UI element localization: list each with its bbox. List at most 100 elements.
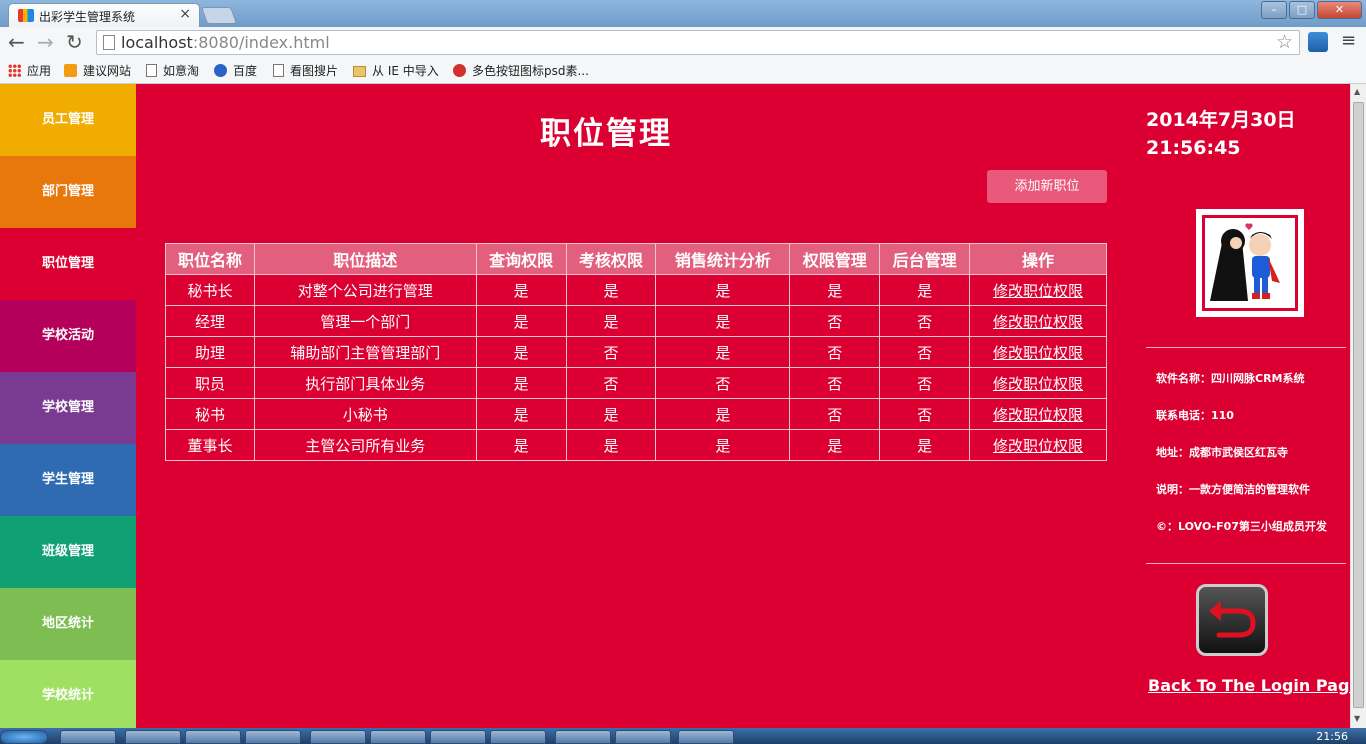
menu-icon[interactable]: ≡ bbox=[1341, 30, 1356, 51]
bookmark-apps[interactable]: 应用 bbox=[8, 62, 51, 80]
taskbar-app[interactable] bbox=[490, 730, 546, 744]
positions-table: 职位名称 职位描述 查询权限 考核权限 销售统计分析 权限管理 后台管理 操作 秘书长 对整个公… bbox=[165, 243, 1107, 461]
sidebar-item[interactable]: 学生管理 bbox=[0, 444, 136, 516]
taskbar-app[interactable] bbox=[60, 730, 116, 744]
table-row: 秘书 小秘书是是是否否修改职位权限 bbox=[165, 398, 1107, 430]
edit-permission-link[interactable]: 修改职位权限 bbox=[969, 367, 1107, 399]
table-cell: 否 bbox=[789, 336, 881, 368]
clock: 2014年7月30日 21:56:45 bbox=[1146, 106, 1296, 162]
table-row: 秘书长 对整个公司进行管理是是是是是修改职位权限 bbox=[165, 274, 1107, 306]
back-arrow-icon[interactable]: ← bbox=[8, 31, 25, 53]
bookmark-label: 如意淘 bbox=[163, 64, 200, 78]
extension-icon[interactable] bbox=[1308, 32, 1328, 52]
table-cell: 是 bbox=[475, 336, 567, 368]
sidebar-item[interactable]: 学校统计 bbox=[0, 660, 136, 728]
window-titlebar: 出彩学生管理系统 × – □ ✕ bbox=[0, 0, 1366, 27]
bookmark-label: 多色按钮图标psd素... bbox=[472, 64, 589, 78]
table-cell: 否 bbox=[879, 398, 971, 430]
sidebar-item[interactable]: 职位管理 bbox=[0, 228, 136, 300]
tab-title: 出彩学生管理系统 bbox=[39, 10, 136, 24]
bookmark-import-ie[interactable]: 从 IE 中导入 bbox=[353, 62, 439, 80]
address-bar[interactable]: localhost:8080/index.html ☆ bbox=[96, 30, 1300, 55]
new-tab-button[interactable] bbox=[200, 7, 238, 24]
info-software-name: 软件名称：四川网脉CRM系统 bbox=[1156, 372, 1305, 385]
page-scrollbar[interactable]: ▲ ▼ bbox=[1350, 84, 1366, 728]
table-cell: 助理 bbox=[165, 336, 255, 368]
clock-time: 21:56:45 bbox=[1146, 137, 1241, 159]
table-cell: 是 bbox=[475, 274, 567, 306]
table-cell: 是 bbox=[655, 274, 791, 306]
sidebar-item[interactable]: 地区统计 bbox=[0, 588, 136, 660]
minimize-button[interactable]: – bbox=[1261, 1, 1287, 19]
bookmark-label: 看图搜片 bbox=[290, 64, 339, 78]
edit-permission-link[interactable]: 修改职位权限 bbox=[969, 429, 1107, 461]
table-cell: 否 bbox=[879, 305, 971, 337]
back-to-login-link[interactable]: Back To The Login Page bbox=[1148, 676, 1350, 695]
table-cell: 否 bbox=[789, 398, 881, 430]
sidebar-item[interactable]: 学校管理 bbox=[0, 372, 136, 444]
clock-date: 2014年7月30日 bbox=[1146, 109, 1296, 131]
browser-tab[interactable]: 出彩学生管理系统 × bbox=[8, 3, 200, 27]
bookmark-ruyitao[interactable]: 如意淘 bbox=[146, 62, 199, 80]
table-cell: 管理一个部门 bbox=[253, 305, 477, 337]
sidebar-item[interactable]: 员工管理 bbox=[0, 84, 136, 156]
sidebar-item[interactable]: 学校活动 bbox=[0, 300, 136, 372]
tab-favicon-icon bbox=[18, 9, 34, 22]
table-row: 董事长 主管公司所有业务是是是是是修改职位权限 bbox=[165, 429, 1107, 461]
taskbar-app[interactable] bbox=[678, 730, 734, 744]
taskbar-app[interactable] bbox=[245, 730, 301, 744]
close-window-button[interactable]: ✕ bbox=[1317, 1, 1362, 19]
taskbar-app[interactable] bbox=[615, 730, 671, 744]
return-arrow-icon[interactable] bbox=[1196, 584, 1268, 656]
forward-arrow-icon[interactable]: → bbox=[37, 31, 54, 53]
url-path: :8080/index.html bbox=[192, 33, 330, 52]
page-icon bbox=[146, 64, 157, 77]
edit-permission-link[interactable]: 修改职位权限 bbox=[969, 274, 1107, 306]
taskbar-app[interactable] bbox=[370, 730, 426, 744]
page-icon bbox=[273, 64, 284, 77]
taskbar-app[interactable] bbox=[430, 730, 486, 744]
return-arrow-glyph bbox=[1209, 601, 1256, 638]
bookmark-image-search[interactable]: 看图搜片 bbox=[273, 62, 338, 80]
table-cell: 否 bbox=[565, 336, 657, 368]
sidebar-item[interactable]: 班级管理 bbox=[0, 516, 136, 588]
bookmark-psd[interactable]: 多色按钮图标psd素... bbox=[453, 62, 589, 80]
bookmark-suggested[interactable]: 建议网站 bbox=[64, 62, 131, 80]
url-host: localhost bbox=[121, 33, 193, 52]
maximize-button[interactable]: □ bbox=[1289, 1, 1315, 19]
start-button[interactable] bbox=[0, 730, 48, 744]
table-cell: 执行部门具体业务 bbox=[253, 367, 477, 399]
table-cell: 主管公司所有业务 bbox=[253, 429, 477, 461]
page-content: 员工管理 部门管理 职位管理 学校活动 学校管理 学生管理 班级管理 地区统计 学校统计 职位管… bbox=[0, 84, 1350, 728]
scroll-thumb[interactable] bbox=[1353, 102, 1364, 708]
table-cell: 辅助部门主管管理部门 bbox=[253, 336, 477, 368]
taskbar-app[interactable] bbox=[555, 730, 611, 744]
add-position-button[interactable]: 添加新职位 bbox=[987, 170, 1107, 203]
table-cell: 否 bbox=[879, 367, 971, 399]
table-cell: 是 bbox=[789, 274, 881, 306]
taskbar-app[interactable] bbox=[185, 730, 241, 744]
edit-permission-link[interactable]: 修改职位权限 bbox=[969, 336, 1107, 368]
scroll-up-icon[interactable]: ▲ bbox=[1354, 87, 1360, 96]
table-cell: 是 bbox=[475, 367, 567, 399]
bookmark-star-icon[interactable]: ☆ bbox=[1276, 31, 1293, 53]
table-cell: 秘书长 bbox=[165, 274, 255, 306]
column-header: 销售统计分析 bbox=[655, 243, 791, 275]
table-cell: 秘书 bbox=[165, 398, 255, 430]
edit-permission-link[interactable]: 修改职位权限 bbox=[969, 398, 1107, 430]
divider bbox=[1146, 563, 1346, 564]
sidebar-item[interactable]: 部门管理 bbox=[0, 156, 136, 228]
table-cell: 否 bbox=[789, 367, 881, 399]
taskbar-app[interactable] bbox=[125, 730, 181, 744]
edit-permission-link[interactable]: 修改职位权限 bbox=[969, 305, 1107, 337]
table-cell: 是 bbox=[879, 429, 971, 461]
table-cell: 是 bbox=[879, 274, 971, 306]
table-row: 助理 辅助部门主管管理部门是否是否否修改职位权限 bbox=[165, 336, 1107, 368]
taskbar-app[interactable] bbox=[310, 730, 366, 744]
bookmark-baidu[interactable]: 百度 bbox=[214, 62, 257, 80]
scroll-down-icon[interactable]: ▼ bbox=[1354, 714, 1360, 723]
column-header: 职位描述 bbox=[253, 243, 477, 275]
tab-close-icon[interactable]: × bbox=[179, 6, 191, 22]
reload-icon[interactable]: ↻ bbox=[66, 31, 83, 53]
table-cell: 是 bbox=[565, 305, 657, 337]
